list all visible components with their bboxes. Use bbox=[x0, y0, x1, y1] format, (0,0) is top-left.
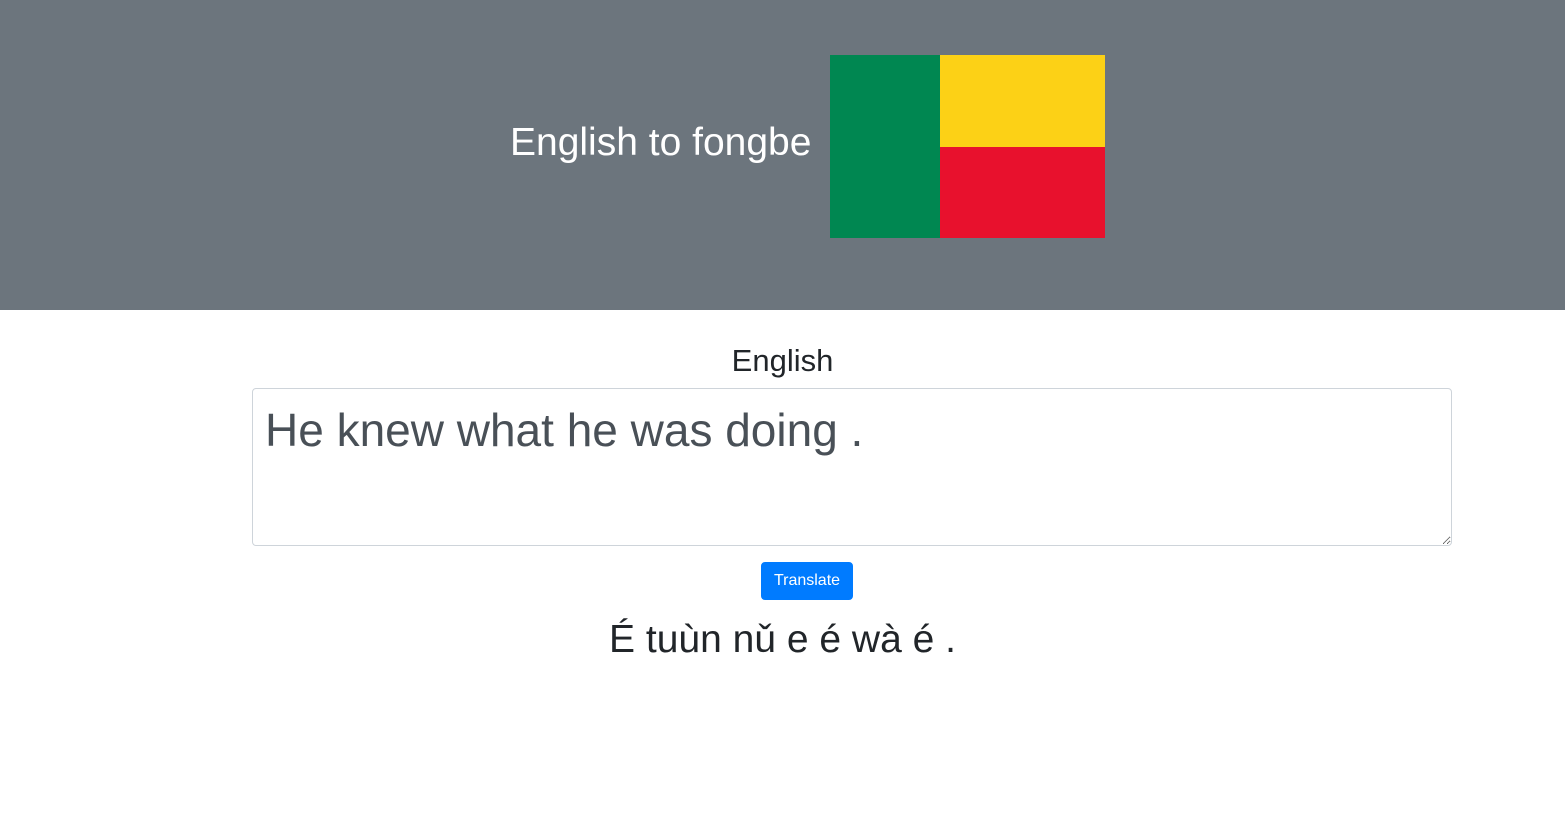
source-language-label: English bbox=[731, 343, 834, 378]
translate-button[interactable]: Translate bbox=[761, 562, 853, 600]
flag-green-band bbox=[830, 55, 940, 238]
flag-red-band bbox=[940, 147, 1105, 238]
flag-yellow-band bbox=[940, 55, 1105, 147]
header-banner: English to fongbe bbox=[0, 0, 1565, 310]
benin-flag-icon bbox=[830, 55, 1105, 238]
page-title: English to fongbe bbox=[510, 121, 812, 164]
source-text-input[interactable]: He knew what he was doing . bbox=[252, 388, 1452, 546]
translation-output: É tuùn nǔ e é wà é . bbox=[609, 618, 956, 661]
